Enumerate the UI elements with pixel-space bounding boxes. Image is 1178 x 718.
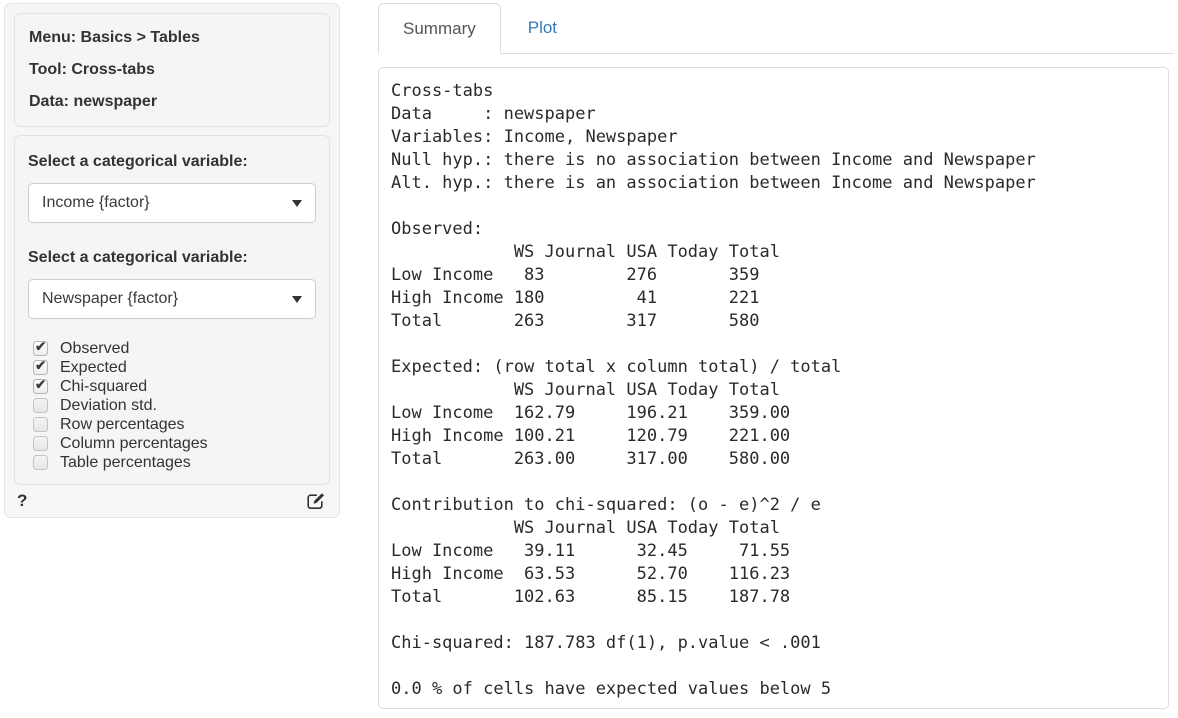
checkbox-unchecked-icon[interactable] — [33, 455, 48, 470]
checkbox-row-expected[interactable]: Expected — [28, 358, 316, 377]
checkbox-label: Table percentages — [60, 453, 191, 472]
summary-output-panel: Cross-tabs Data : newspaper Variables: I… — [378, 67, 1169, 709]
sidebar: Menu: Basics > Tables Tool: Cross-tabs D… — [4, 3, 340, 518]
checkbox-checked-icon[interactable] — [33, 360, 48, 375]
menu-breadcrumb: Menu: Basics > Tables — [29, 27, 315, 49]
caret-down-icon — [292, 200, 302, 207]
checkbox-label: Chi-squared — [60, 377, 147, 396]
checkbox-label: Deviation std. — [60, 396, 157, 415]
tool-info-panel: Menu: Basics > Tables Tool: Cross-tabs D… — [14, 13, 330, 127]
dataset-name: Data: newspaper — [29, 91, 315, 113]
tab-plot[interactable]: Plot — [504, 3, 581, 53]
checkbox-row-table-percentages[interactable]: Table percentages — [28, 453, 316, 472]
checkbox-row-column-percentages[interactable]: Column percentages — [28, 434, 316, 453]
checkbox-row-row-percentages[interactable]: Row percentages — [28, 415, 316, 434]
tab-plot-label: Plot — [528, 18, 557, 38]
checkbox-row-deviation-std[interactable]: Deviation std. — [28, 396, 316, 415]
variable1-label: Select a categorical variable: — [28, 153, 316, 171]
checkbox-label: Observed — [60, 339, 129, 358]
variable2-select[interactable]: Newspaper {factor} — [28, 279, 316, 319]
help-button[interactable]: ? — [17, 491, 27, 511]
checkbox-unchecked-icon[interactable] — [33, 417, 48, 432]
checkbox-row-observed[interactable]: Observed — [28, 339, 316, 358]
checkbox-label: Column percentages — [60, 434, 208, 453]
edit-report-button[interactable] — [306, 490, 327, 511]
variable2-selected-value: Newspaper {factor} — [42, 290, 178, 308]
checkbox-unchecked-icon[interactable] — [33, 436, 48, 451]
checkbox-label: Row percentages — [60, 415, 185, 434]
checkbox-group: ObservedExpectedChi-squaredDeviation std… — [28, 339, 316, 472]
tab-summary-label: Summary — [403, 19, 476, 39]
sidebar-footer: ? — [17, 490, 327, 511]
summary-output: Cross-tabs Data : newspaper Variables: I… — [391, 80, 1156, 701]
checkbox-label: Expected — [60, 358, 127, 377]
tab-bar: Summary Plot — [378, 3, 1174, 54]
checkbox-checked-icon[interactable] — [33, 341, 48, 356]
variable1-selected-value: Income {factor} — [42, 194, 150, 212]
checkbox-row-chi-squared[interactable]: Chi-squared — [28, 377, 316, 396]
tool-name: Tool: Cross-tabs — [29, 59, 315, 81]
checkbox-checked-icon[interactable] — [33, 379, 48, 394]
controls-panel: Select a categorical variable: Income {f… — [14, 135, 330, 485]
variable2-label: Select a categorical variable: — [28, 249, 316, 267]
caret-down-icon — [292, 296, 302, 303]
variable1-select[interactable]: Income {factor} — [28, 183, 316, 223]
pencil-square-icon — [306, 490, 327, 511]
checkbox-unchecked-icon[interactable] — [33, 398, 48, 413]
tab-summary[interactable]: Summary — [378, 3, 501, 54]
